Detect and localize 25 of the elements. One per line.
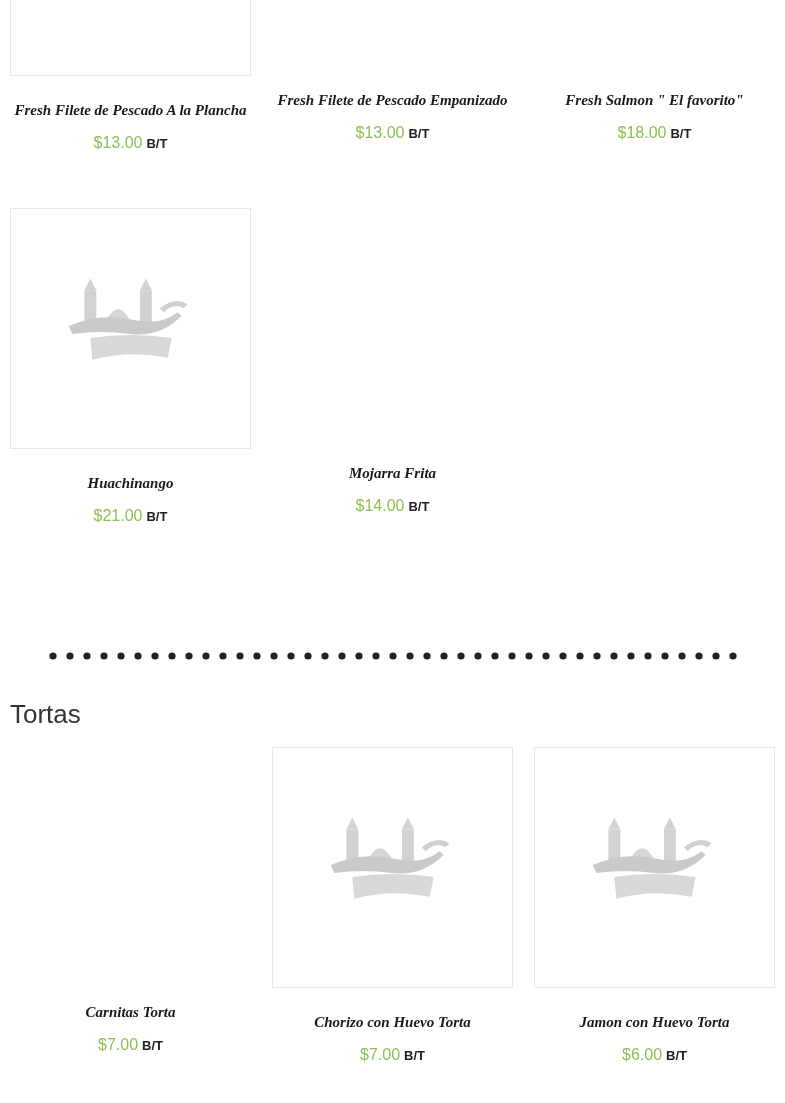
price-unit: B/T [404,1047,425,1065]
price-unit: B/T [146,135,168,153]
section-heading: Tortas [10,698,82,730]
item-price: $7.00 [360,1045,401,1065]
price-unit: B/T [670,125,692,143]
item-name[interactable]: Jamon con Huevo Torta [579,1010,730,1034]
item-price: $7.00 [98,1035,139,1055]
item-price: $21.00 [93,506,143,526]
item-price: $18.00 [617,123,667,143]
item-name[interactable]: Fresh Filete de Pescado Empanizado [277,88,508,112]
item-price: $13.00 [93,133,143,153]
item-name[interactable]: Huachinango [87,471,174,495]
item-price: $13.00 [355,123,405,143]
item-name[interactable]: Chorizo con Huevo Torta [314,1010,471,1034]
item-name[interactable]: Fresh Filete de Pescado A la Plancha [14,98,247,122]
price-unit: B/T [408,498,430,516]
price-unit: B/T [142,1037,163,1055]
price-unit: B/T [146,508,168,526]
item-price: $14.00 [355,496,405,516]
item-name[interactable]: Mojarra Frita [348,461,437,485]
item-price: $6.00 [622,1045,663,1065]
price-unit: B/T [408,125,430,143]
item-name[interactable]: Fresh Salmon " El favorito" [565,88,744,112]
item-name[interactable]: Carnitas Torta [85,1000,176,1024]
price-unit: B/T [666,1047,687,1065]
